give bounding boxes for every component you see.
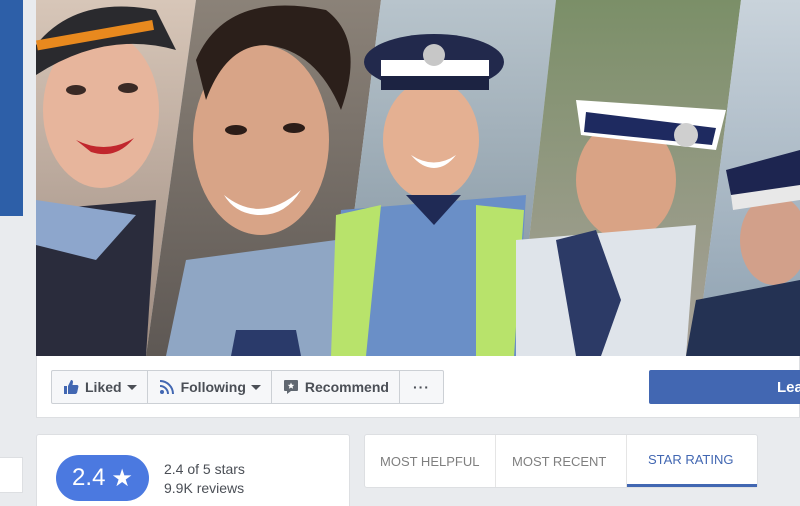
primary-cta-label: Lea	[777, 378, 800, 396]
page-action-buttons: Liked Following Recommend ···	[51, 370, 444, 404]
chevron-down-icon	[250, 384, 261, 390]
rating-reviews-count: 9.9K reviews	[164, 480, 245, 496]
sidebar-box[interactable]	[0, 457, 23, 493]
cover-photo[interactable]	[36, 0, 800, 356]
rating-score-badge: 2.4 ★	[56, 455, 149, 501]
liked-button[interactable]: Liked	[52, 371, 148, 403]
rating-details: 2.4 of 5 stars 9.9K reviews	[164, 460, 245, 498]
following-button[interactable]: Following	[148, 371, 272, 403]
primary-cta-button[interactable]: Lea	[649, 370, 800, 404]
more-options-button[interactable]: ···	[400, 371, 443, 403]
rss-icon	[158, 378, 176, 396]
thumbs-up-icon	[62, 378, 80, 396]
liked-label: Liked	[85, 379, 122, 395]
review-tabs: MOST HELPFUL MOST RECENT STAR RATING	[364, 434, 758, 488]
rating-summary-card: 2.4 ★ 2.4 of 5 stars 9.9K reviews	[36, 434, 350, 506]
star-icon: ★	[111, 464, 133, 492]
rating-stars-text: 2.4 of 5 stars	[164, 461, 245, 477]
speech-bubble-icon	[282, 378, 300, 396]
rating-score: 2.4	[72, 464, 106, 491]
recommend-label: Recommend	[304, 379, 389, 395]
cover-photo-collage	[36, 0, 800, 356]
chevron-down-icon	[126, 384, 137, 390]
page-action-bar: Liked Following Recommend ··· Lea	[36, 356, 800, 418]
tab-most-recent[interactable]: MOST RECENT	[496, 435, 627, 487]
following-label: Following	[180, 379, 246, 395]
more-icon: ···	[412, 379, 430, 395]
recommend-button[interactable]: Recommend	[272, 371, 400, 403]
tab-most-helpful[interactable]: MOST HELPFUL	[365, 435, 496, 487]
sidebar-blue-panel	[0, 0, 23, 216]
tab-star-rating[interactable]: STAR RATING	[627, 435, 757, 487]
